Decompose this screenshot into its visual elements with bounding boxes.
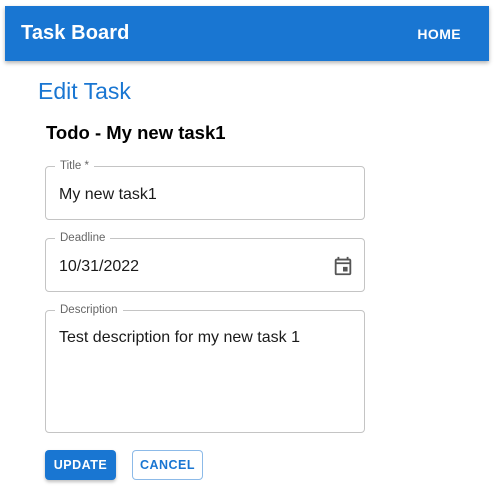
title-field[interactable]: Title * My new task1 — [45, 159, 365, 220]
deadline-field-value: 10/31/2022 — [59, 258, 140, 275]
update-button[interactable]: UPDATE — [45, 450, 116, 480]
title-field-value: My new task1 — [59, 186, 157, 203]
page-title: Edit Task — [38, 78, 131, 104]
deadline-field[interactable]: Deadline 10/31/2022 — [45, 231, 365, 292]
deadline-field-label: Deadline — [55, 231, 111, 245]
app-title: Task Board — [21, 22, 130, 44]
task-heading: Todo - My new task1 — [46, 122, 226, 143]
calendar-icon[interactable] — [332, 255, 354, 277]
description-field-label: Description — [55, 303, 123, 317]
app-bar: Task Board HOME — [5, 6, 489, 61]
description-field[interactable]: Description Test description for my new … — [45, 303, 365, 433]
home-button[interactable]: HOME — [405, 20, 473, 48]
cancel-button[interactable]: CANCEL — [132, 450, 203, 480]
description-field-value: Test description for my new task 1 — [59, 329, 300, 346]
title-field-label: Title * — [55, 159, 94, 173]
